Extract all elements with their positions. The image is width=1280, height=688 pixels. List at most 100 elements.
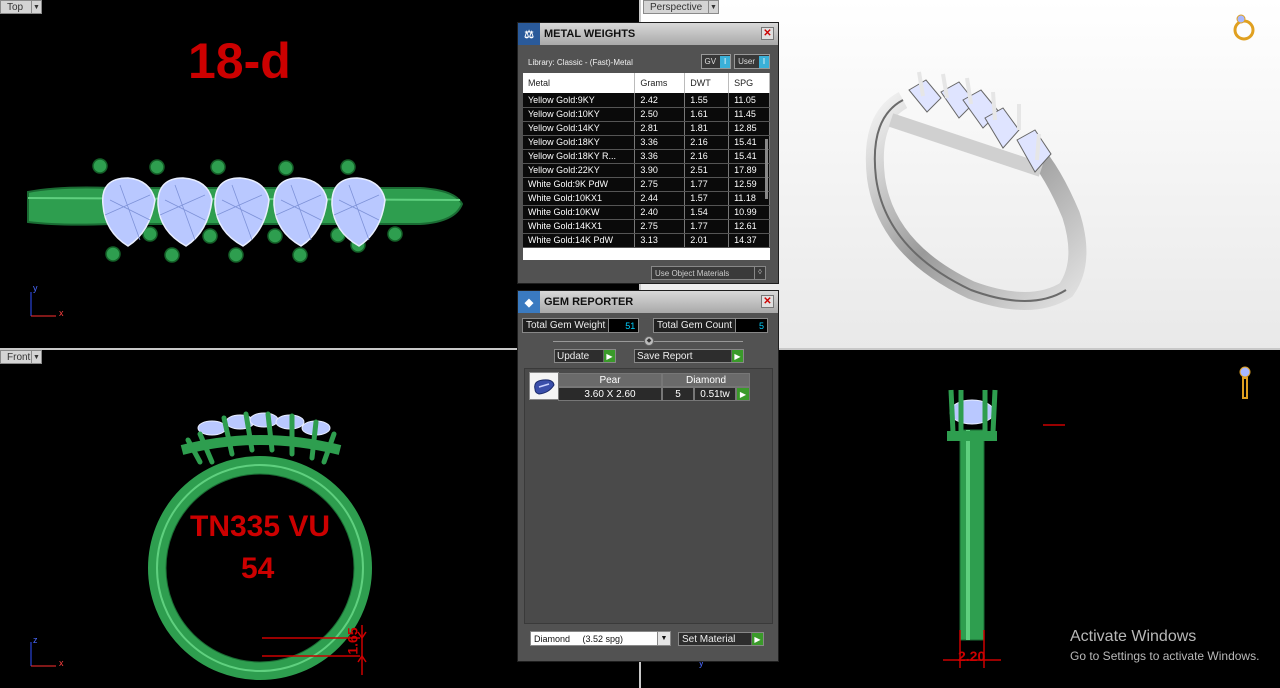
table-row[interactable]: Yellow Gold:18KY 3.36 2.16 15.41 bbox=[523, 135, 770, 150]
gem-count: 5 bbox=[662, 387, 694, 401]
material-select-value: Diamond (3.52 spg) bbox=[534, 633, 624, 644]
table-cell: White Gold:14KX1 bbox=[523, 219, 636, 234]
gv-toggle[interactable]: GV I bbox=[700, 54, 732, 69]
table-cell: Yellow Gold:9KY bbox=[523, 93, 636, 108]
table-cell: 2.75 bbox=[634, 219, 686, 234]
chevron-down-icon[interactable]: ▼ bbox=[31, 1, 41, 13]
ring-side-icon bbox=[1239, 366, 1251, 399]
table-cell: 3.36 bbox=[634, 135, 686, 150]
material-select[interactable]: Diamond (3.52 spg) ▼ bbox=[530, 631, 671, 646]
save-report-label: Save Report bbox=[637, 350, 693, 362]
table-cell: 2.40 bbox=[634, 205, 686, 220]
table-cell: Yellow Gold:22KY bbox=[523, 163, 636, 178]
table-row[interactable]: Yellow Gold:18KY R... 3.36 2.16 15.41 bbox=[523, 149, 770, 164]
table-cell: 12.59 bbox=[728, 177, 770, 192]
table-row[interactable]: White Gold:9K PdW 2.75 1.77 12.59 bbox=[523, 177, 770, 192]
viewport-label-front[interactable]: Front ▼ bbox=[0, 350, 42, 364]
gem-reporter-titlebar[interactable]: ◆ GEM REPORTER ✕ bbox=[518, 291, 778, 313]
table-row[interactable]: Yellow Gold:14KY 2.81 1.81 12.85 bbox=[523, 121, 770, 136]
viewport-name: Top bbox=[7, 1, 24, 13]
table-cell: 2.01 bbox=[684, 233, 730, 248]
library-label: Library: Classic - (Fast)-Metal bbox=[528, 57, 633, 67]
front-dimension-label: 1.65 bbox=[344, 627, 361, 655]
viewport-label-perspective[interactable]: Perspective ▼ bbox=[643, 0, 719, 14]
table-cell: 1.54 bbox=[684, 205, 730, 220]
close-icon[interactable]: ✕ bbox=[761, 27, 774, 40]
table-cell: 1.81 bbox=[684, 121, 730, 136]
close-icon[interactable]: ✕ bbox=[761, 295, 774, 308]
update-button[interactable]: Update ▶ bbox=[554, 349, 616, 363]
table-row[interactable]: Yellow Gold:10KY 2.50 1.61 11.45 bbox=[523, 107, 770, 122]
total-gem-weight-label: Total Gem Weight bbox=[522, 318, 610, 333]
table-cell: 2.16 bbox=[684, 135, 730, 150]
column-header[interactable]: DWT bbox=[684, 73, 730, 93]
table-cell: 3.36 bbox=[634, 149, 686, 164]
play-icon: ▶ bbox=[731, 350, 743, 362]
front-annotation-line1: TN335 VU bbox=[190, 510, 331, 543]
table-cell: 3.90 bbox=[634, 163, 686, 178]
table-cell: 17.89 bbox=[728, 163, 770, 178]
use-object-materials-field[interactable]: Use Object Materials ◊ bbox=[651, 266, 766, 280]
toggle-icon: I bbox=[759, 55, 769, 68]
gem-weight: 0.51tw bbox=[694, 387, 736, 401]
slider-handle[interactable]: ◆ bbox=[644, 336, 654, 346]
viewport-name: Perspective bbox=[650, 1, 703, 13]
table-row[interactable]: White Gold:14K PdW 3.13 2.01 14.37 bbox=[523, 233, 770, 248]
total-gem-count-label: Total Gem Count bbox=[653, 318, 737, 333]
toggle-icon: I bbox=[720, 55, 731, 68]
table-cell: White Gold:14K PdW bbox=[523, 233, 636, 248]
table-cell: 11.05 bbox=[728, 93, 770, 108]
metal-table: Metal Grams DWT SPG Yellow Gold:9KY 2.42 1… bbox=[523, 73, 770, 248]
play-icon: ▶ bbox=[751, 633, 763, 645]
play-icon: ▶ bbox=[603, 350, 615, 362]
gv-label: GV bbox=[704, 57, 717, 66]
column-header[interactable]: Grams bbox=[634, 73, 686, 93]
viewport-label-top[interactable]: Top ▼ bbox=[0, 0, 42, 14]
total-gem-weight-value: 51 bbox=[609, 318, 640, 333]
table-row[interactable]: Yellow Gold:9KY 2.42 1.55 11.05 bbox=[523, 93, 770, 108]
chevron-down-icon[interactable]: ▼ bbox=[708, 1, 718, 13]
activate-windows-watermark: Activate Windows Go to Settings to activ… bbox=[1070, 628, 1259, 663]
table-cell: 2.44 bbox=[634, 191, 686, 206]
activate-title: Activate Windows bbox=[1070, 628, 1197, 645]
table-cell: Yellow Gold:14KY bbox=[523, 121, 636, 136]
table-header-row: Metal Grams DWT SPG bbox=[523, 73, 770, 93]
table-cell: 2.42 bbox=[634, 93, 686, 108]
column-header[interactable]: SPG bbox=[728, 73, 770, 93]
gem-size: 3.60 X 2.60 bbox=[558, 387, 662, 401]
table-row[interactable]: White Gold:14KX1 2.75 1.77 12.61 bbox=[523, 219, 770, 234]
chevron-down-icon[interactable]: ▼ bbox=[657, 632, 670, 645]
metal-weights-titlebar[interactable]: ⚖ METAL WEIGHTS ✕ bbox=[518, 23, 778, 45]
right-dimension-label: 2.20 bbox=[958, 648, 986, 664]
chevron-down-icon[interactable]: ▼ bbox=[31, 351, 41, 363]
table-row[interactable]: Yellow Gold:22KY 3.90 2.51 17.89 bbox=[523, 163, 770, 178]
spinner-icon[interactable]: ◊ bbox=[754, 267, 765, 279]
set-material-button[interactable]: Set Material ▶ bbox=[678, 632, 764, 646]
table-cell: 15.41 bbox=[728, 149, 770, 164]
table-row[interactable]: White Gold:10KX1 2.44 1.57 11.18 bbox=[523, 191, 770, 206]
ring-view-icon bbox=[1233, 14, 1255, 41]
user-toggle[interactable]: User I bbox=[734, 54, 770, 69]
table-cell: 2.16 bbox=[684, 149, 730, 164]
table-cell: 12.85 bbox=[728, 121, 770, 136]
table-row[interactable]: White Gold:10KW 2.40 1.54 10.99 bbox=[523, 205, 770, 220]
update-label: Update bbox=[557, 350, 590, 362]
gem-list[interactable]: Pear Diamond 3.60 X 2.60 5 0.51tw ▶ bbox=[524, 368, 773, 624]
viewport-name: Front bbox=[7, 351, 31, 363]
use-object-materials-label: Use Object Materials bbox=[655, 268, 730, 278]
save-report-button[interactable]: Save Report ▶ bbox=[634, 349, 744, 363]
total-gem-count-value: 5 bbox=[736, 318, 769, 333]
play-icon[interactable]: ▶ bbox=[736, 387, 750, 401]
pear-gem-icon[interactable] bbox=[529, 372, 559, 400]
table-cell: 1.77 bbox=[684, 177, 730, 192]
gem-material: Diamond bbox=[662, 373, 750, 387]
metal-table-container[interactable]: Metal Grams DWT SPG Yellow Gold:9KY 2.42 1… bbox=[523, 73, 770, 260]
vertical-scrollbar[interactable] bbox=[765, 139, 768, 199]
table-cell: Yellow Gold:10KY bbox=[523, 107, 636, 122]
table-cell: 3.13 bbox=[634, 233, 686, 248]
table-cell: 2.50 bbox=[634, 107, 686, 122]
panel-title: METAL WEIGHTS bbox=[544, 28, 636, 40]
app-root: 18-d y x Top ▼ Perspective ▼ TN335 VU 54… bbox=[0, 0, 1280, 688]
table-cell: 1.55 bbox=[684, 93, 730, 108]
column-header[interactable]: Metal bbox=[523, 73, 636, 93]
